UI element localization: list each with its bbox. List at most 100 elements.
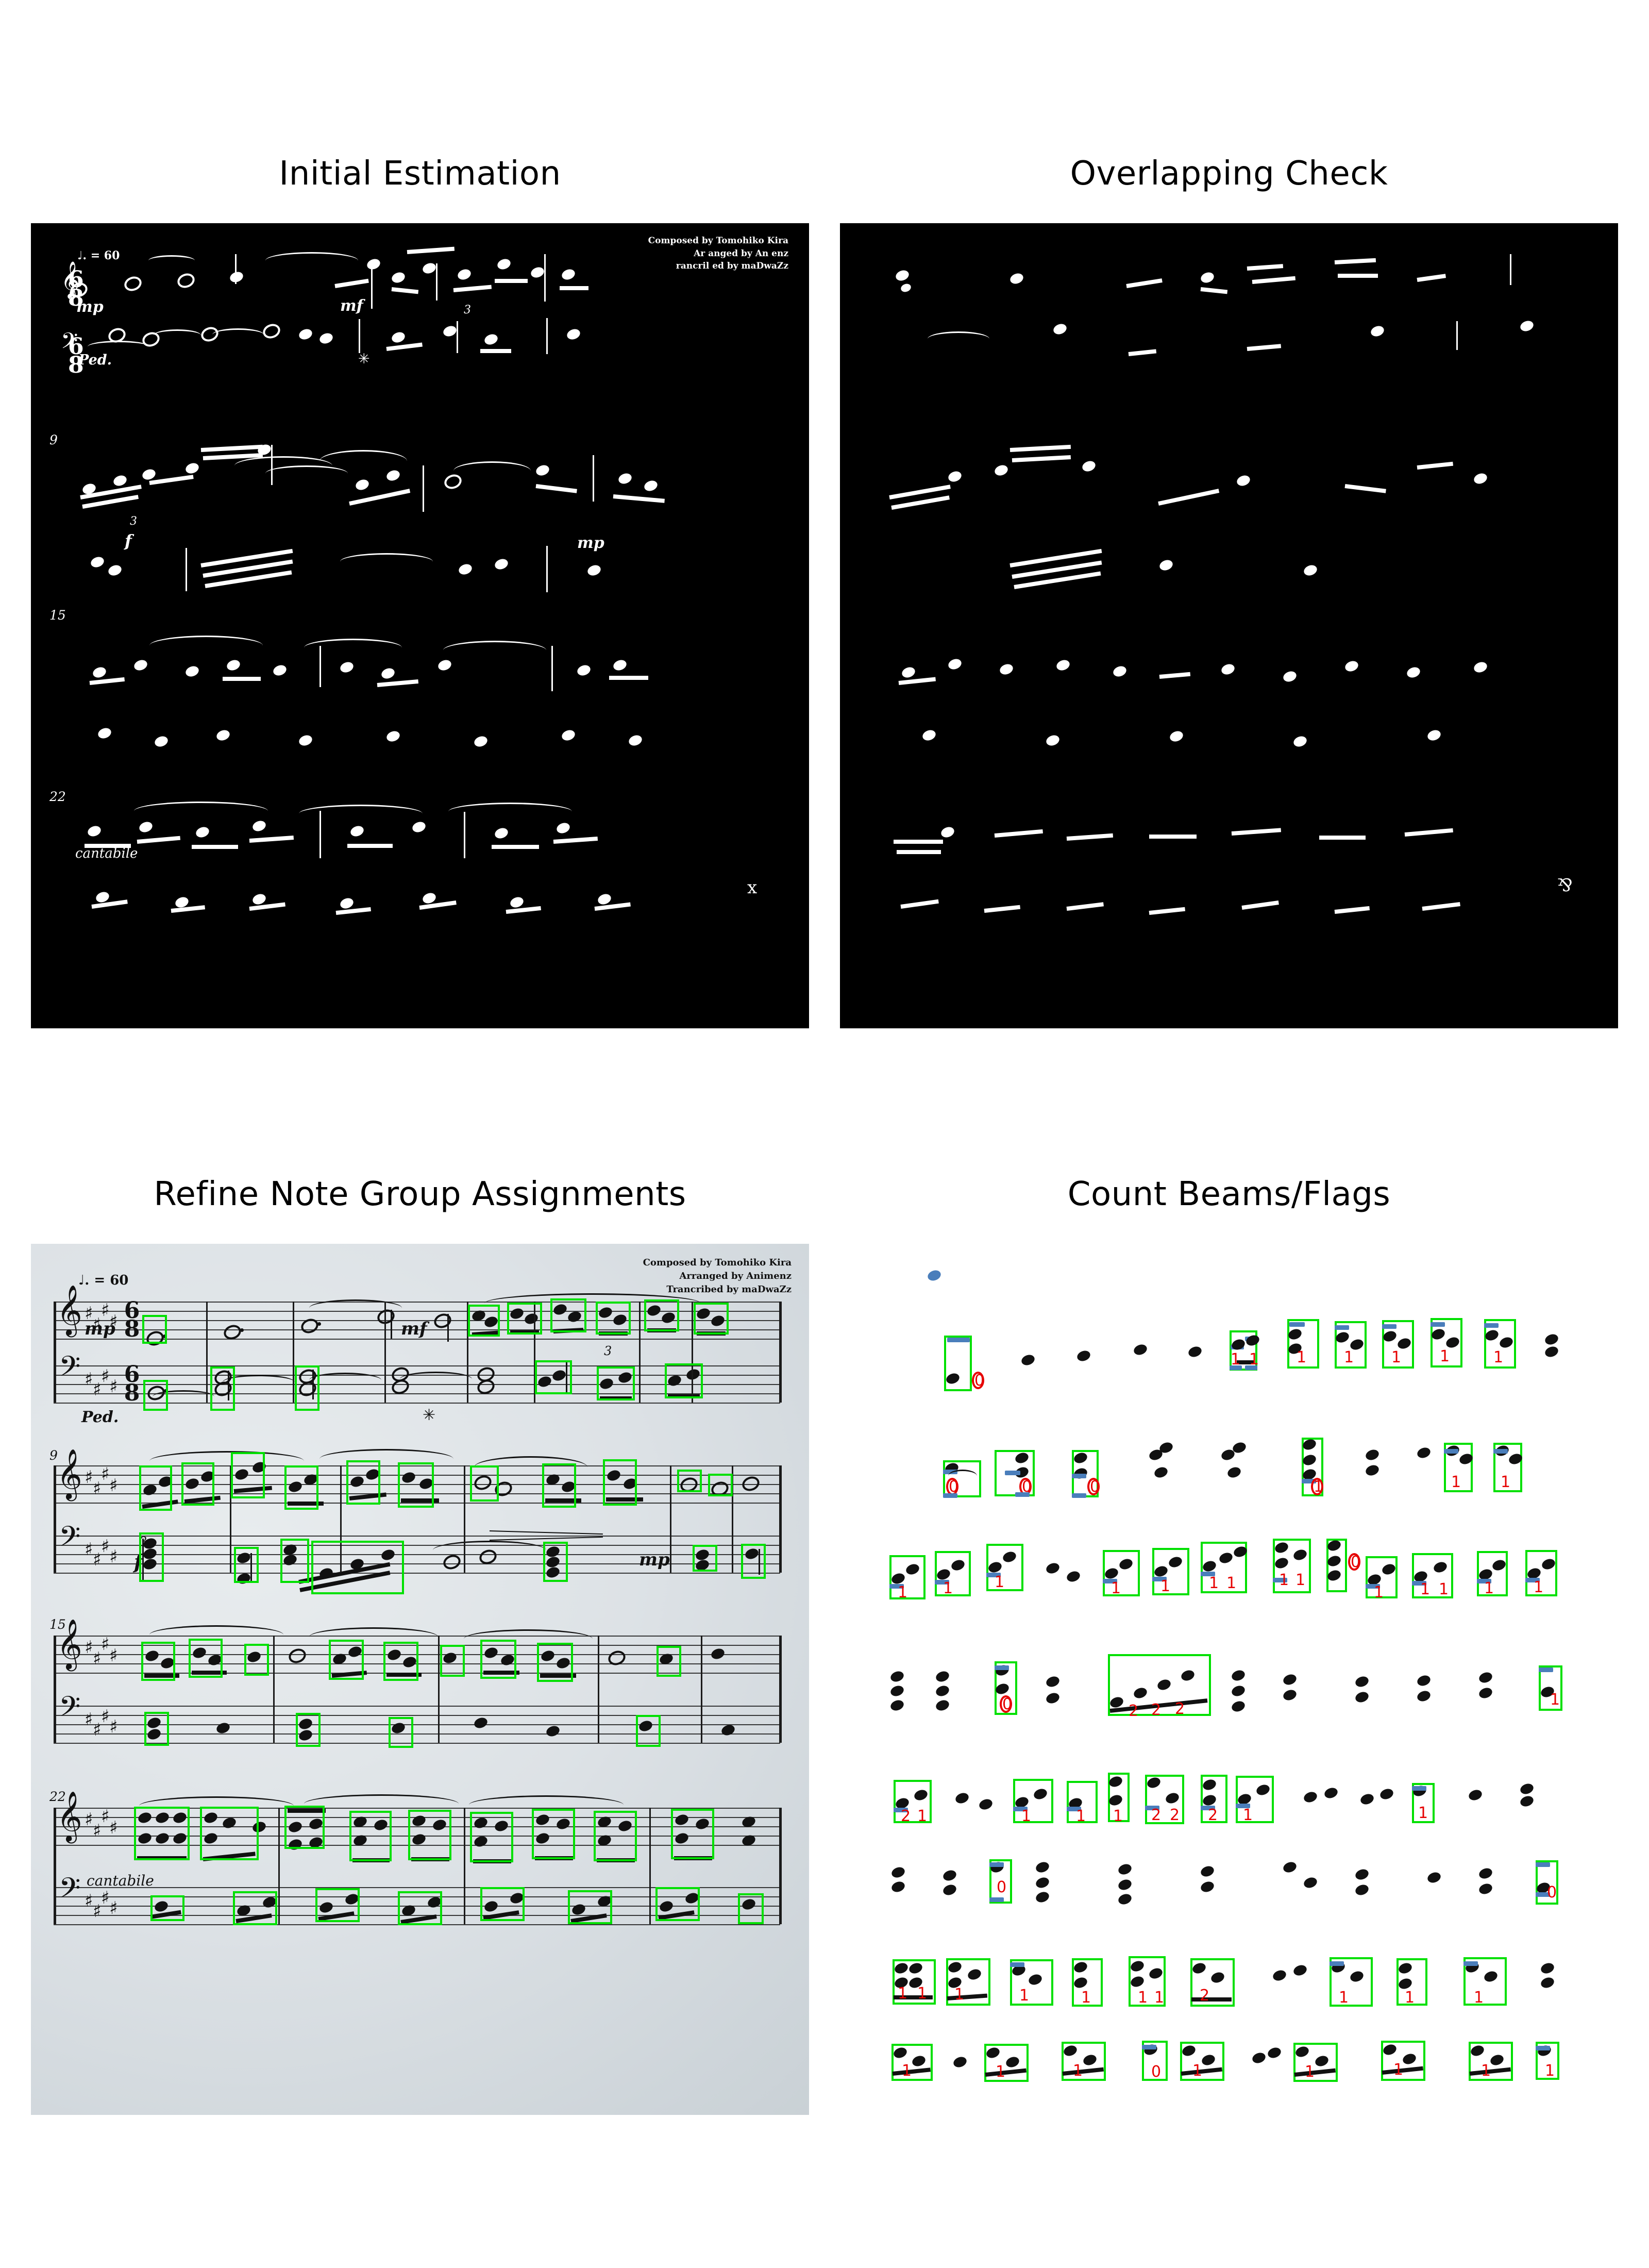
note-group-box[interactable]	[657, 1646, 681, 1677]
note-group-box[interactable]	[665, 1363, 703, 1398]
notehead-fragment	[349, 824, 365, 838]
notehead-fragment	[339, 660, 355, 674]
beam-count: 1	[1073, 2062, 1083, 2080]
note-group-box[interactable]	[349, 1811, 392, 1861]
note-group-box[interactable]	[636, 1715, 661, 1747]
note-group-box[interactable]	[200, 1807, 259, 1860]
notehead-fragment	[534, 463, 551, 477]
note-group-box[interactable]	[143, 1380, 168, 1411]
note-group-box[interactable]	[296, 1713, 321, 1747]
slur-fragment	[148, 255, 195, 266]
beam-count: 2	[1129, 1702, 1139, 1720]
mask-blob	[1055, 658, 1071, 672]
beam-count: 1	[1391, 1348, 1402, 1366]
panel-overlapping-check: Overlapping Check ⅋	[840, 155, 1618, 1031]
note-group-box[interactable]	[738, 1893, 764, 1924]
mask-blob	[993, 463, 1009, 477]
note-group-box[interactable]	[655, 1887, 700, 1921]
note-group-box[interactable]	[244, 1644, 269, 1676]
note-group-box[interactable]	[597, 1366, 635, 1400]
note-group-box[interactable]	[383, 1642, 418, 1681]
note-group-box[interactable]	[741, 1544, 766, 1579]
note-group-box[interactable]	[708, 1474, 733, 1496]
note-group-box[interactable]	[470, 1812, 513, 1862]
note-group-box[interactable]	[440, 1645, 465, 1677]
note-group-box[interactable]	[550, 1298, 586, 1332]
beam-count: 1	[943, 1579, 953, 1597]
note-group-box[interactable]	[141, 1642, 175, 1681]
note-group-box[interactable]	[134, 1807, 190, 1860]
note-group-box[interactable]	[315, 1888, 360, 1922]
note-group-box[interactable]	[532, 1809, 575, 1859]
pedal-release-mark: ✳	[423, 1406, 436, 1424]
time-signature-bass: 6 8	[124, 1361, 140, 1407]
notehead-fragment	[112, 474, 128, 488]
notehead-fragment	[560, 728, 577, 742]
note-group-box[interactable]	[594, 1811, 637, 1861]
mask-blob	[1112, 664, 1128, 678]
beam-count: 1	[1243, 1806, 1253, 1824]
note-group-box[interactable]	[284, 1465, 318, 1510]
note-group-box[interactable]	[398, 1891, 442, 1925]
pedal-release-mark: ✳	[358, 351, 370, 367]
note-group-box[interactable]	[694, 1303, 729, 1335]
beam-fragment	[480, 349, 511, 353]
note-group-box[interactable]	[150, 1895, 184, 1921]
beam-fragment	[200, 444, 263, 452]
stem-fragment	[235, 254, 237, 284]
note-group-box[interactable]	[596, 1302, 631, 1335]
mask-blob	[1343, 659, 1360, 673]
note-group-box[interactable]	[468, 1305, 500, 1337]
note-group-box[interactable]	[542, 1463, 576, 1508]
note-group-box[interactable]	[480, 1640, 516, 1679]
note-group-box[interactable]	[284, 1806, 325, 1849]
note-group-box[interactable]	[644, 1299, 679, 1331]
note-group-box[interactable]	[311, 1541, 404, 1594]
note-group-box[interactable]	[543, 1542, 568, 1582]
notehead-fragment	[89, 555, 106, 569]
note-group-box[interactable]	[677, 1470, 702, 1492]
note-group-box[interactable]	[189, 1639, 223, 1678]
note-group-box[interactable]	[233, 1891, 277, 1925]
note-group-box[interactable]	[346, 1460, 380, 1505]
note-group-box[interactable]	[480, 1887, 525, 1921]
note-group-box[interactable]	[144, 1712, 169, 1746]
mask-blob	[1338, 274, 1378, 278]
note-group-box[interactable]	[329, 1640, 364, 1680]
note-group-box[interactable]	[234, 1547, 259, 1583]
mask-blob	[1231, 828, 1282, 836]
beam-fragment	[192, 845, 238, 849]
notehead-fragment	[228, 270, 245, 284]
note-group-box[interactable]	[139, 1532, 164, 1582]
note-group-box[interactable]	[568, 1890, 612, 1924]
note-group-box[interactable]	[470, 1465, 499, 1502]
note-group-box[interactable]	[535, 1360, 572, 1394]
note-group-box[interactable]	[181, 1462, 214, 1506]
figure-grid: Initial Estimation Composed by Tomohiko …	[0, 0, 1649, 2268]
note-group-box[interactable]	[537, 1643, 573, 1682]
stem-fragment	[319, 646, 321, 687]
note-group-box[interactable]	[507, 1303, 542, 1335]
note-group-box[interactable]	[295, 1365, 319, 1411]
notehead-fragment	[153, 735, 170, 748]
mask-blob	[1319, 836, 1366, 840]
notehead-fragment	[456, 268, 473, 281]
note-group-box[interactable]	[231, 1452, 265, 1498]
notehead-fragment	[194, 825, 211, 839]
note-group-box[interactable]	[408, 1810, 451, 1860]
beam-fragment	[553, 837, 598, 844]
note-group-box[interactable]	[139, 1465, 172, 1511]
note-group-box[interactable]	[142, 1315, 167, 1344]
panel-initial-estimation: Initial Estimation Composed by Tomohiko …	[31, 155, 809, 1031]
mask-blob	[1126, 278, 1163, 288]
mask-blob	[1334, 906, 1370, 914]
note-group-box[interactable]	[603, 1459, 637, 1506]
note-group-box[interactable]	[398, 1462, 434, 1508]
note-group-box[interactable]	[210, 1366, 235, 1411]
note-group-box[interactable]	[389, 1717, 413, 1748]
note-group-box[interactable]	[280, 1539, 309, 1583]
note-group-box[interactable]	[671, 1809, 714, 1859]
stem-fragment	[464, 812, 465, 858]
notehead-fragment	[411, 820, 427, 834]
note-group-box[interactable]	[693, 1545, 717, 1572]
